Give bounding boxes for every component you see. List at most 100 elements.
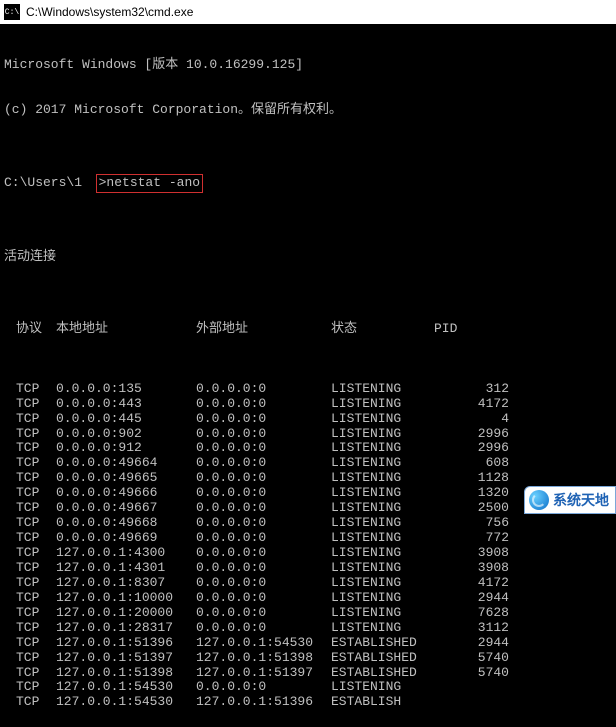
cell-foreign: 0.0.0.0:0 xyxy=(196,486,331,501)
cell-pid: 7628 xyxy=(461,606,511,621)
cell-state: LISTENING xyxy=(331,412,461,427)
cell-local: 127.0.0.1:8307 xyxy=(56,576,196,591)
cell-proto: TCP xyxy=(4,680,56,695)
window-titlebar[interactable]: C:\ C:\Windows\system32\cmd.exe xyxy=(0,0,616,24)
watermark-text: 系统天地 xyxy=(553,490,609,510)
header-state: 状态 xyxy=(331,322,434,337)
watermark-badge: 系统天地 xyxy=(524,486,616,514)
cell-proto: TCP xyxy=(4,412,56,427)
cell-state: LISTENING xyxy=(331,382,461,397)
cell-foreign: 127.0.0.1:54530 xyxy=(196,636,331,651)
cell-foreign: 0.0.0.0:0 xyxy=(196,427,331,442)
cell-pid: 2944 xyxy=(461,591,511,606)
banner-line-1: Microsoft Windows [版本 10.0.16299.125] xyxy=(4,58,614,73)
cell-foreign: 0.0.0.0:0 xyxy=(196,561,331,576)
cell-pid: 2944 xyxy=(461,636,511,651)
terminal-output[interactable]: Microsoft Windows [版本 10.0.16299.125] (c… xyxy=(0,24,616,727)
cell-local: 127.0.0.1:28317 xyxy=(56,621,196,636)
cell-pid: 4 xyxy=(461,412,511,427)
cell-state: LISTENING xyxy=(331,441,461,456)
cell-local: 127.0.0.1:54530 xyxy=(56,680,196,695)
cell-pid: 2996 xyxy=(461,441,511,456)
cell-foreign: 127.0.0.1:51398 xyxy=(196,651,331,666)
cell-foreign: 0.0.0.0:0 xyxy=(196,531,331,546)
cell-foreign: 0.0.0.0:0 xyxy=(196,576,331,591)
cell-local: 127.0.0.1:51396 xyxy=(56,636,196,651)
header-local: 本地地址 xyxy=(56,322,196,337)
cell-proto: TCP xyxy=(4,606,56,621)
cell-foreign: 0.0.0.0:0 xyxy=(196,382,331,397)
table-row: TCP0.0.0.0:4430.0.0.0:0LISTENING4172 xyxy=(4,397,614,412)
cell-state: ESTABLISHED xyxy=(331,636,461,651)
cell-proto: TCP xyxy=(4,516,56,531)
cell-proto: TCP xyxy=(4,695,56,710)
table-row: TCP0.0.0.0:9020.0.0.0:0LISTENING2996 xyxy=(4,427,614,442)
cell-foreign: 0.0.0.0:0 xyxy=(196,591,331,606)
cell-foreign: 0.0.0.0:0 xyxy=(196,456,331,471)
cell-pid xyxy=(461,695,511,710)
cell-proto: TCP xyxy=(4,666,56,681)
cell-state: LISTENING xyxy=(331,680,461,695)
cell-proto: TCP xyxy=(4,456,56,471)
cell-proto: TCP xyxy=(4,636,56,651)
cell-pid: 5740 xyxy=(461,666,511,681)
header-pid: PID xyxy=(434,322,479,337)
cell-pid: 756 xyxy=(461,516,511,531)
table-row: TCP0.0.0.0:496660.0.0.0:0LISTENING1320 xyxy=(4,486,614,501)
cell-state: LISTENING xyxy=(331,576,461,591)
cell-pid: 3112 xyxy=(461,621,511,636)
cell-pid: 312 xyxy=(461,382,511,397)
table-row: TCP127.0.0.1:51397127.0.0.1:51398ESTABLI… xyxy=(4,651,614,666)
cell-local: 127.0.0.1:10000 xyxy=(56,591,196,606)
cell-pid: 2996 xyxy=(461,427,511,442)
cell-state: LISTENING xyxy=(331,546,461,561)
cell-proto: TCP xyxy=(4,441,56,456)
cell-pid: 5740 xyxy=(461,651,511,666)
command-input[interactable]: >netstat -ano xyxy=(96,174,203,193)
cmd-icon: C:\ xyxy=(4,4,20,20)
cell-pid: 1128 xyxy=(461,471,511,486)
cell-state: LISTENING xyxy=(331,397,461,412)
table-row: TCP127.0.0.1:51396127.0.0.1:54530ESTABLI… xyxy=(4,636,614,651)
cell-foreign: 0.0.0.0:0 xyxy=(196,606,331,621)
cell-state: LISTENING xyxy=(331,606,461,621)
cell-state: ESTABLISHED xyxy=(331,651,461,666)
cell-state: LISTENING xyxy=(331,486,461,501)
cell-proto: TCP xyxy=(4,561,56,576)
cell-foreign: 127.0.0.1:51397 xyxy=(196,666,331,681)
cell-foreign: 0.0.0.0:0 xyxy=(196,516,331,531)
cell-state: LISTENING xyxy=(331,456,461,471)
table-row: TCP0.0.0.0:9120.0.0.0:0LISTENING2996 xyxy=(4,441,614,456)
cell-foreign: 0.0.0.0:0 xyxy=(196,441,331,456)
cell-foreign: 0.0.0.0:0 xyxy=(196,471,331,486)
table-row: TCP127.0.0.1:545300.0.0.0:0LISTENING xyxy=(4,680,614,695)
window-title: C:\Windows\system32\cmd.exe xyxy=(26,5,193,19)
cell-proto: TCP xyxy=(4,397,56,412)
table-row: TCP127.0.0.1:43010.0.0.0:0LISTENING3908 xyxy=(4,561,614,576)
header-proto: 协议 xyxy=(4,322,56,337)
cell-local: 0.0.0.0:445 xyxy=(56,412,196,427)
cell-local: 0.0.0.0:135 xyxy=(56,382,196,397)
table-row: TCP0.0.0.0:496690.0.0.0:0LISTENING772 xyxy=(4,531,614,546)
cell-proto: TCP xyxy=(4,546,56,561)
cell-local: 0.0.0.0:443 xyxy=(56,397,196,412)
table-row: TCP127.0.0.1:43000.0.0.0:0LISTENING3908 xyxy=(4,546,614,561)
cell-foreign: 127.0.0.1:51396 xyxy=(196,695,331,710)
prompt-path: C:\Users\1 xyxy=(4,176,82,191)
cell-proto: TCP xyxy=(4,576,56,591)
globe-icon xyxy=(529,490,549,510)
cell-local: 0.0.0.0:49665 xyxy=(56,471,196,486)
cell-state: LISTENING xyxy=(331,561,461,576)
cell-proto: TCP xyxy=(4,591,56,606)
table-row: TCP0.0.0.0:496680.0.0.0:0LISTENING756 xyxy=(4,516,614,531)
table-row: TCP0.0.0.0:496640.0.0.0:0LISTENING608 xyxy=(4,456,614,471)
table-row: TCP127.0.0.1:100000.0.0.0:0LISTENING2944 xyxy=(4,591,614,606)
table-row: TCP0.0.0.0:4450.0.0.0:0LISTENING4 xyxy=(4,412,614,427)
cell-local: 127.0.0.1:54530 xyxy=(56,695,196,710)
cell-proto: TCP xyxy=(4,621,56,636)
cell-state: LISTENING xyxy=(331,621,461,636)
cell-proto: TCP xyxy=(4,427,56,442)
cell-pid: 4172 xyxy=(461,397,511,412)
table-row: TCP0.0.0.0:496650.0.0.0:0LISTENING1128 xyxy=(4,471,614,486)
table-header: 协议 本地地址 外部地址 状态 PID xyxy=(4,322,614,337)
